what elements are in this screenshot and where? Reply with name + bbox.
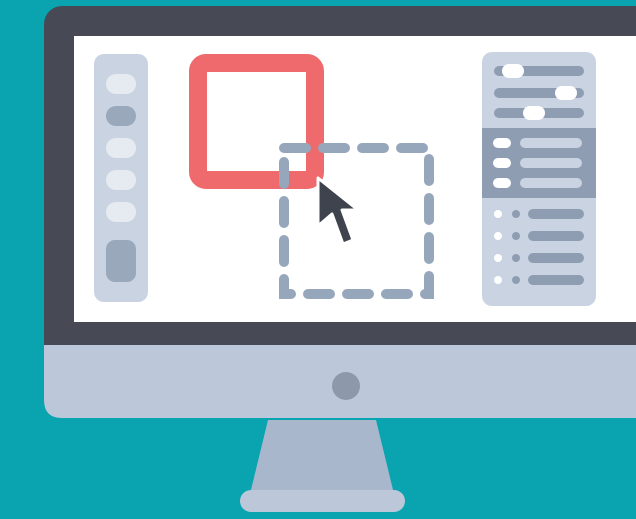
monitor-icon (44, 6, 636, 512)
slider-row-3[interactable] (494, 106, 584, 120)
highlight-row-3[interactable] (493, 178, 582, 188)
highlight-row-1[interactable] (493, 138, 582, 148)
toolbar-tool-4[interactable] (106, 170, 136, 190)
right-panel (482, 52, 596, 306)
left-toolbar (94, 54, 148, 302)
slider-row-2[interactable] (494, 86, 584, 100)
power-button-icon[interactable] (332, 372, 360, 400)
illustration-stage (0, 0, 636, 519)
monitor-stand (250, 420, 394, 494)
toolbar-tool-5[interactable] (106, 202, 136, 222)
slider-row-1[interactable] (494, 64, 584, 78)
highlight-row-2[interactable] (493, 158, 582, 168)
toolbar-tool-3[interactable] (106, 138, 136, 158)
toolbar-tool-1[interactable] (106, 74, 136, 94)
toolbar-tool-2[interactable] (106, 106, 136, 126)
toolbar-tool-6[interactable] (106, 240, 136, 282)
monitor-foot (240, 490, 405, 512)
